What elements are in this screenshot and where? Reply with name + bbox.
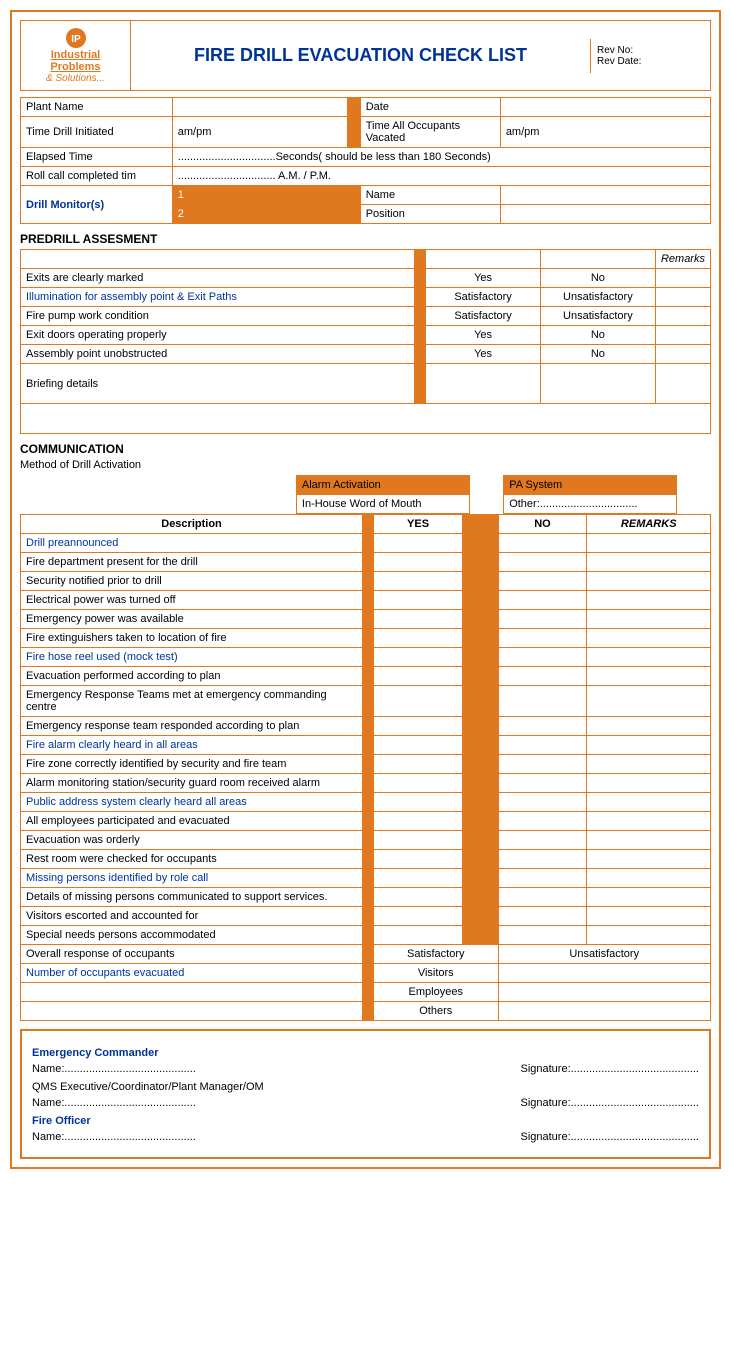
time-drill-label: Time Drill Initiated xyxy=(21,117,173,148)
comm-row-5: Fire extinguishers taken to location of … xyxy=(21,629,363,648)
orange-div3 xyxy=(347,186,360,205)
fo-name-label: Name:...................................… xyxy=(32,1131,196,1143)
method-label: Method of Drill Activation xyxy=(20,459,711,471)
rollcall-label: Roll call completed tim xyxy=(21,167,173,186)
method-table: Alarm Activation PA System In-House Word… xyxy=(20,475,711,514)
comm-row-15: Evacuation was orderly xyxy=(21,831,363,850)
ec-name-label: Name:...................................… xyxy=(32,1063,196,1075)
comm-row-9: Emergency response team responded accord… xyxy=(21,717,363,736)
monitor1-name-value xyxy=(500,186,710,205)
predrill-table: Remarks Exits are clearly marked Yes No … xyxy=(20,249,711,434)
logo-sub-text: & Solutions... xyxy=(46,73,105,84)
predrill-row-3-label: Exit doors operating properly xyxy=(21,326,415,345)
col-description: Description xyxy=(21,515,363,534)
overall-satisfactory: Satisfactory xyxy=(374,945,498,964)
comm-checklist-table: Description YES NO REMARKS Drill preanno… xyxy=(20,514,711,1021)
drill-monitors-label: Drill Monitor(s) xyxy=(21,186,173,224)
ampm2: am/pm xyxy=(500,117,710,148)
qms-row: Name:...................................… xyxy=(32,1097,699,1109)
predrill-row-4-label: Assembly point unobstructed xyxy=(21,345,415,364)
employees-label: Employees xyxy=(374,983,498,1002)
page-title: FIRE DRILL EVACUATION CHECK LIST xyxy=(131,37,590,74)
emergency-commander-row: Name:...................................… xyxy=(32,1063,699,1075)
comm-row-1: Fire department present for the drill xyxy=(21,553,363,572)
comm-row-13: Public address system clearly heard all … xyxy=(21,793,363,812)
qms-name-label: Name:...................................… xyxy=(32,1097,196,1109)
others-label: Others xyxy=(374,1002,498,1021)
svg-text:IP: IP xyxy=(71,34,81,45)
emergency-commander-title: Emergency Commander xyxy=(32,1047,699,1059)
rollcall-value: ................................ A.M. / … xyxy=(172,167,710,186)
monitor2-pos-label: Position xyxy=(360,205,500,224)
plant-name-value xyxy=(172,98,347,117)
comm-row-18: Details of missing persons communicated … xyxy=(21,888,363,907)
comm-row-num-evacuated: Number of occupants evacuated xyxy=(21,964,363,983)
overall-unsatisfactory: Unsatisfactory xyxy=(498,945,711,964)
comm-row-0: Drill preannounced xyxy=(21,534,363,553)
comm-row-14: All employees participated and evacuated xyxy=(21,812,363,831)
comm-row-8: Emergency Response Teams met at emergenc… xyxy=(21,686,363,717)
col-remarks: REMARKS xyxy=(587,515,711,534)
in-house-word: In-House Word of Mouth xyxy=(296,495,469,514)
monitor1-name-label: Name xyxy=(360,186,500,205)
comm-row-20: Special needs persons accommodated xyxy=(21,926,363,945)
header: IP Industrial Problems & Solutions... FI… xyxy=(20,20,711,91)
comm-row-6: Fire hose reel used (mock test) xyxy=(21,648,363,667)
rev-section: Rev No: Rev Date: xyxy=(590,39,710,73)
signature-section: Emergency Commander Name:...............… xyxy=(20,1029,711,1159)
comm-row-12: Alarm monitoring station/security guard … xyxy=(21,774,363,793)
predrill-row-2-label: Fire pump work condition xyxy=(21,307,415,326)
date-value xyxy=(500,98,710,117)
elapsed-value: ................................Seconds(… xyxy=(172,148,710,167)
comm-row-overall: Overall response of occupants xyxy=(21,945,363,964)
predrill-row-1-label: Illumination for assembly point & Exit P… xyxy=(21,288,415,307)
ec-sig-label: Signature:..............................… xyxy=(520,1063,699,1075)
logo-section: IP Industrial Problems & Solutions... xyxy=(21,21,131,90)
plant-name-label: Plant Name xyxy=(21,98,173,117)
comm-row-10: Fire alarm clearly heard in all areas xyxy=(21,736,363,755)
comm-row-2: Security notified prior to drill xyxy=(21,572,363,591)
communication-title: COMMUNICATION xyxy=(20,442,711,456)
comm-row-4: Emergency power was available xyxy=(21,610,363,629)
col-yes: YES xyxy=(374,515,463,534)
pa-system: PA System xyxy=(504,476,677,495)
rev-no: Rev No: xyxy=(597,45,704,56)
fire-officer-title: Fire Officer xyxy=(32,1115,699,1127)
logo-main-text: Industrial Problems xyxy=(27,49,124,73)
fo-sig-label: Signature:..............................… xyxy=(520,1131,699,1143)
ampm1: am/pm xyxy=(172,117,347,148)
fire-officer-row: Name:...................................… xyxy=(32,1131,699,1143)
remarks-header: Remarks xyxy=(655,250,710,269)
predrill-row-0-label: Exits are clearly marked xyxy=(21,269,415,288)
logo-icon: IP xyxy=(65,27,87,49)
comm-row-19: Visitors escorted and accounted for xyxy=(21,907,363,926)
qms-sig-label: Signature:..............................… xyxy=(520,1097,699,1109)
info-table: Plant Name Date Time Drill Initiated am/… xyxy=(20,97,711,224)
monitor2-pos-value xyxy=(500,205,710,224)
monitor1-num: 1 xyxy=(172,186,347,205)
other-option: Other:................................ xyxy=(504,495,677,514)
predrill-row-5-label: Briefing details xyxy=(21,364,415,404)
col-no: NO xyxy=(498,515,587,534)
visitors-label: Visitors xyxy=(374,964,498,983)
elapsed-label: Elapsed Time xyxy=(21,148,173,167)
comm-row-7: Evacuation performed according to plan xyxy=(21,667,363,686)
alarm-activation: Alarm Activation xyxy=(296,476,469,495)
predrill-title: PREDRILL ASSESMENT xyxy=(20,232,711,246)
page-container: IP Industrial Problems & Solutions... FI… xyxy=(10,10,721,1169)
monitor2-num: 2 xyxy=(172,205,347,224)
comm-row-17: Missing persons identified by role call xyxy=(21,869,363,888)
qms-title: QMS Executive/Coordinator/Plant Manager/… xyxy=(32,1081,699,1093)
orange-divider2 xyxy=(347,117,360,148)
comm-row-16: Rest room were checked for occupants xyxy=(21,850,363,869)
comm-row-11: Fire zone correctly identified by securi… xyxy=(21,755,363,774)
date-label: Date xyxy=(360,98,500,117)
briefing-extra-space xyxy=(21,404,711,434)
comm-row-3: Electrical power was turned off xyxy=(21,591,363,610)
time-vacated-label: Time All Occupants Vacated xyxy=(360,117,500,148)
rev-date: Rev Date: xyxy=(597,56,704,67)
orange-divider1 xyxy=(347,98,360,117)
